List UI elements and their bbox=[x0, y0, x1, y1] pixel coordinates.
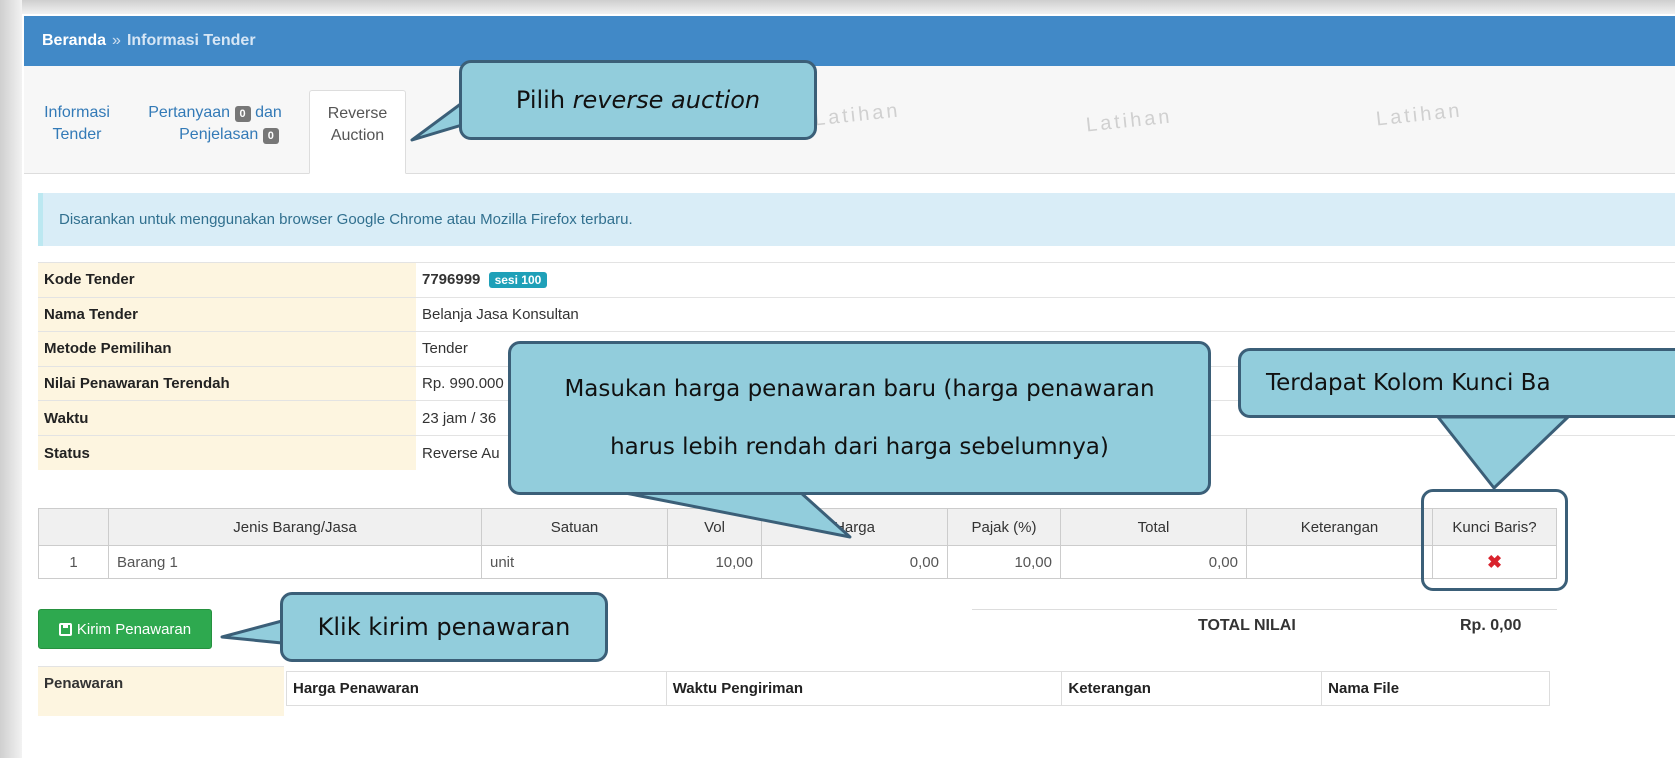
nilai-label: Nilai Penawaran Terendah bbox=[38, 365, 416, 401]
col-jenis: Jenis Barang/Jasa bbox=[108, 508, 482, 546]
callout-kirim-text: Klik kirim penawaran bbox=[317, 613, 571, 641]
tab-pertanyaan-penjelasan[interactable]: Pertanyaan 0 dan Penjelasan 0 bbox=[140, 102, 290, 146]
tab-reverse-auction[interactable]: Reverse Auction bbox=[309, 90, 406, 174]
cell-vol: 10,00 bbox=[667, 545, 762, 579]
callout-reverse-text: Pilih bbox=[515, 86, 573, 114]
callout-kirim: Klik kirim penawaran bbox=[280, 592, 608, 662]
col-waktu-pengiriman: Waktu Pengiriman bbox=[665, 671, 1063, 706]
keterangan-input[interactable] bbox=[1246, 545, 1433, 579]
info-row-kode: Kode Tender 7796999 sesi 100 bbox=[38, 262, 1675, 298]
penawaran-header-row: Harga Penawaran Waktu Pengiriman Keteran… bbox=[286, 671, 1550, 706]
breadcrumb-separator: » bbox=[112, 32, 121, 49]
tab-penjelasan-line: Penjelasan 0 bbox=[140, 124, 290, 146]
total-divider bbox=[972, 609, 1557, 610]
total-value: Rp. 0,00 bbox=[1460, 617, 1522, 634]
tab-reverse-label-2: Auction bbox=[330, 127, 385, 144]
callout-kunci: Terdapat Kolom Kunci Ba bbox=[1238, 348, 1675, 418]
items-header-row: Jenis Barang/Jasa Satuan Vol Harga Pajak… bbox=[38, 508, 1557, 546]
save-icon bbox=[58, 622, 72, 636]
nama-label: Nama Tender bbox=[38, 296, 416, 332]
col-total: Total bbox=[1060, 508, 1247, 546]
tab-informasi-label-1: Informasi bbox=[44, 104, 110, 121]
pertanyaan-count-badge: 0 bbox=[234, 106, 251, 122]
kirim-penawaran-label: Kirim Penawaran bbox=[76, 620, 192, 638]
tab-bar: Informasi Tender Pertanyaan 0 dan Penjel… bbox=[24, 66, 1675, 174]
tab-dan-label: dan bbox=[255, 104, 282, 121]
items-table: Jenis Barang/Jasa Satuan Vol Harga Pajak… bbox=[38, 508, 1557, 579]
sesi-badge: sesi 100 bbox=[488, 272, 548, 289]
col-satuan: Satuan bbox=[481, 508, 668, 546]
callout-harga-line-2: harus lebih rendah dari harga sebelumnya… bbox=[610, 434, 1109, 460]
tab-penjelasan-label: Penjelasan bbox=[179, 126, 259, 143]
frame-top-shadow bbox=[0, 0, 1675, 14]
kunci-highlight-box bbox=[1421, 489, 1568, 591]
app-frame: Beranda » Informasi Tender Informasi Ten… bbox=[0, 0, 1675, 758]
info-row-nama: Nama Tender Belanja Jasa Konsultan bbox=[38, 296, 1675, 332]
col-nama-file: Nama File bbox=[1321, 671, 1550, 706]
kode-value-cell: 7796999 sesi 100 bbox=[416, 262, 1675, 298]
kode-value: 7796999 bbox=[422, 271, 481, 289]
kirim-penawaran-button[interactable]: Kirim Penawaran bbox=[38, 609, 212, 649]
kode-label: Kode Tender bbox=[38, 262, 416, 298]
breadcrumb: Beranda » Informasi Tender bbox=[24, 16, 1675, 66]
tab-informasi-label-2: Tender bbox=[52, 126, 102, 143]
watermark: Latihan bbox=[1375, 99, 1464, 131]
metode-label: Metode Pemilihan bbox=[38, 331, 416, 367]
col-no bbox=[38, 508, 109, 546]
tab-informasi-tender[interactable]: Informasi Tender bbox=[42, 102, 112, 146]
col-harga: Harga bbox=[761, 508, 948, 546]
tab-reverse-label-1: Reverse bbox=[327, 105, 388, 122]
browser-alert: Disarankan untuk menggunakan browser Goo… bbox=[38, 193, 1675, 246]
tab-pertanyaan-line: Pertanyaan 0 dan bbox=[140, 102, 290, 124]
nama-value: Belanja Jasa Konsultan bbox=[416, 296, 1675, 332]
callout-reverse-italic: reverse auction bbox=[572, 86, 761, 114]
col-harga-penawaran: Harga Penawaran bbox=[286, 671, 667, 706]
total-label: TOTAL NILAI bbox=[1198, 617, 1296, 634]
cell-no: 1 bbox=[38, 545, 109, 579]
tab-pertanyaan-label: Pertanyaan bbox=[148, 104, 231, 121]
col-pajak: Pajak (%) bbox=[947, 508, 1061, 546]
breadcrumb-home[interactable]: Beranda bbox=[42, 32, 106, 50]
col-vol: Vol bbox=[667, 508, 762, 546]
table-row: 1 Barang 1 unit 10,00 0,00 10,00 0,00 ✖ bbox=[38, 545, 1557, 579]
breadcrumb-current: Informasi Tender bbox=[126, 32, 256, 49]
col-keterangan: Keterangan bbox=[1246, 508, 1433, 546]
harga-input[interactable]: 0,00 bbox=[761, 545, 948, 579]
callout-harga: Masukan harga penawaran baru (harga pena… bbox=[508, 341, 1211, 495]
watermark: Latihan bbox=[813, 99, 902, 131]
cell-pajak: 10,00 bbox=[947, 545, 1061, 579]
penawaran-table: Harga Penawaran Waktu Pengiriman Keteran… bbox=[286, 671, 1550, 706]
cell-total: 0,00 bbox=[1060, 545, 1247, 579]
status-label: Status bbox=[38, 434, 416, 471]
frame-left-shadow bbox=[0, 0, 22, 758]
cell-jenis: Barang 1 bbox=[108, 545, 482, 579]
penawaran-label: Penawaran bbox=[38, 666, 284, 716]
penjelasan-count-badge: 0 bbox=[262, 128, 279, 144]
waktu-label: Waktu bbox=[38, 400, 416, 436]
callout-harga-line-1: Masukan harga penawaran baru (harga pena… bbox=[564, 376, 1155, 402]
cell-satuan: unit bbox=[481, 545, 668, 579]
callout-kunci-text: Terdapat Kolom Kunci Ba bbox=[1266, 370, 1551, 396]
alert-text: Disarankan untuk menggunakan browser Goo… bbox=[59, 211, 633, 228]
watermark: Latihan bbox=[1085, 105, 1174, 137]
callout-reverse-auction: Pilih reverse auction bbox=[459, 60, 817, 140]
col-keterangan-penawaran: Keterangan bbox=[1061, 671, 1323, 706]
